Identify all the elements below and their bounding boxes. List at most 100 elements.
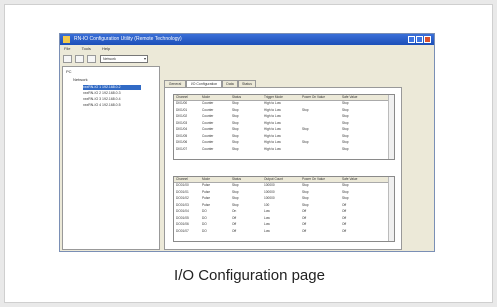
menu-bar: File Tools Help bbox=[60, 45, 434, 53]
table-cell: Stop bbox=[342, 114, 349, 118]
tree-node[interactable]: xxxRN-IO 3 192.168.0.4 bbox=[83, 97, 141, 102]
table-cell: Off bbox=[302, 209, 307, 213]
table-cell: DI01/05 bbox=[176, 133, 188, 138]
figure-caption: I/O Configuration page bbox=[174, 267, 325, 284]
table-row[interactable]: DI01/07 Counter Stop High to Low Stop bbox=[174, 147, 388, 152]
table-row[interactable]: DO01/02 Pulse Stop 100000 Stop Stop bbox=[174, 196, 388, 201]
table-row[interactable]: DO01/03 Pulse Stop 100 Stop Off bbox=[174, 203, 388, 208]
table-row[interactable]: DI01/04 Counter Stop High to Low Stop Stop bbox=[174, 127, 388, 132]
tree-node[interactable]: xxxRN-IO 2 192.168.0.3 bbox=[83, 91, 141, 96]
table-cell: DI01/01 bbox=[176, 107, 188, 112]
table-cell: 100000 bbox=[264, 196, 275, 200]
table-row[interactable]: DO01/00 Pulse Stop 100000 Stop Stop bbox=[174, 183, 388, 188]
table-cell: Counter bbox=[202, 107, 214, 112]
table-row[interactable]: DI01/02 Counter Stop High to Low Stop bbox=[174, 114, 388, 119]
table-cell: High to Low bbox=[264, 146, 281, 151]
tab-general[interactable]: General bbox=[164, 80, 186, 87]
table-cell: DO01/03 bbox=[176, 202, 189, 207]
save-icon[interactable] bbox=[87, 55, 96, 63]
io-configuration-pane: Channel Mode Status Trigger Mode Power On Va… bbox=[164, 87, 402, 250]
column-header[interactable]: Safe Value bbox=[342, 95, 357, 100]
input-channel-grid[interactable]: Channel Mode Status Trigger Mode Power On Va… bbox=[173, 94, 395, 160]
table-cell: High to Low bbox=[264, 140, 281, 144]
table-cell: Off bbox=[342, 222, 347, 226]
new-icon[interactable] bbox=[63, 55, 72, 63]
table-cell: Stop bbox=[302, 183, 309, 187]
table-row[interactable]: DO01/01 Pulse Stop 100000 Stop Stop bbox=[174, 190, 388, 195]
table-cell: Stop bbox=[232, 183, 239, 187]
table-cell: High to Low bbox=[264, 127, 281, 131]
column-header[interactable]: Channel bbox=[176, 95, 188, 100]
maximize-icon[interactable] bbox=[416, 36, 423, 43]
minimize-icon[interactable] bbox=[408, 36, 415, 43]
table-row[interactable]: DI01/06 Counter Stop High to Low Stop Stop bbox=[174, 140, 388, 145]
column-header[interactable]: Status bbox=[232, 95, 241, 100]
table-row[interactable]: DI01/00 Counter Stop High to Low Stop bbox=[174, 101, 388, 106]
tree-root[interactable]: PC bbox=[66, 69, 72, 74]
input-grid-scrollbar[interactable] bbox=[388, 95, 394, 159]
column-header[interactable]: Status bbox=[232, 177, 241, 182]
table-cell: High to Low bbox=[264, 120, 281, 125]
column-header[interactable]: Power On Value bbox=[302, 177, 325, 182]
table-row[interactable]: DO01/04 DO On Low Off Off bbox=[174, 209, 388, 214]
table-cell: DO01/05 bbox=[176, 215, 189, 220]
table-row[interactable]: DO01/06 DO Off Low Off Off bbox=[174, 222, 388, 227]
table-cell: DI01/06 bbox=[176, 140, 188, 144]
tab-data[interactable]: Data bbox=[222, 80, 238, 87]
table-row[interactable]: DO01/05 DO Off Low Off Off bbox=[174, 216, 388, 221]
table-cell: Stop bbox=[342, 127, 349, 131]
table-cell: DO bbox=[202, 215, 207, 220]
column-header[interactable]: Output Count bbox=[264, 177, 283, 182]
table-cell: Off bbox=[232, 215, 237, 220]
table-cell: DI01/00 bbox=[176, 101, 188, 105]
tree-network[interactable]: Network bbox=[73, 77, 88, 82]
network-select-value: Network bbox=[103, 57, 116, 61]
table-cell: High to Low bbox=[264, 107, 281, 112]
table-cell: Off bbox=[342, 228, 347, 233]
open-icon[interactable] bbox=[75, 55, 84, 63]
column-header[interactable]: Trigger Mode bbox=[264, 95, 283, 100]
table-cell: Counter bbox=[202, 127, 214, 131]
table-cell: Stop bbox=[342, 189, 349, 194]
column-header[interactable]: Power On Value bbox=[302, 95, 325, 100]
main-panel: General I/O Configuration Data Status Ch… bbox=[164, 66, 432, 250]
menu-help[interactable]: Help bbox=[102, 46, 110, 51]
table-row[interactable]: DI01/05 Counter Stop High to Low Stop bbox=[174, 134, 388, 139]
column-header[interactable]: Safe Value bbox=[342, 177, 357, 182]
table-cell: Off bbox=[302, 222, 307, 226]
table-cell: Stop bbox=[232, 133, 239, 138]
table-cell: Counter bbox=[202, 140, 214, 144]
close-icon[interactable] bbox=[424, 36, 431, 43]
table-cell: Counter bbox=[202, 101, 214, 105]
table-cell: Off bbox=[232, 222, 237, 226]
table-cell: Stop bbox=[232, 196, 239, 200]
column-header[interactable]: Channel bbox=[176, 177, 188, 182]
table-cell: Stop bbox=[302, 127, 309, 131]
table-cell: Low bbox=[264, 215, 270, 220]
output-channel-grid[interactable]: Channel Mode Status Output Count Power On Va… bbox=[173, 176, 395, 242]
device-tree[interactable]: PC Network xxxRN-IO 1 192.168.0.2 xxxRN-I… bbox=[62, 66, 160, 250]
table-cell: Off bbox=[302, 215, 307, 220]
tree-node[interactable]: xxxRN-IO 1 192.168.0.2 bbox=[83, 85, 141, 90]
menu-file[interactable]: File bbox=[64, 46, 70, 51]
tab-status[interactable]: Status bbox=[238, 80, 256, 87]
app-window: RN-IO Configuration Utility (Remote Tech… bbox=[59, 33, 435, 252]
tree-node[interactable]: xxxRN-IO 4 192.168.0.5 bbox=[83, 103, 141, 108]
tab-io-configuration[interactable]: I/O Configuration bbox=[186, 80, 222, 87]
table-row[interactable]: DI01/03 Counter Stop High to Low Stop bbox=[174, 121, 388, 126]
output-grid-scrollbar[interactable] bbox=[388, 177, 394, 241]
table-cell: DO01/00 bbox=[176, 183, 189, 187]
network-select[interactable]: Network ▾ bbox=[100, 55, 148, 63]
table-cell: Stop bbox=[232, 127, 239, 131]
table-row[interactable]: DO01/07 DO Off Low Off Off bbox=[174, 229, 388, 234]
table-row[interactable]: DI01/01 Counter Stop High to Low Stop Stop bbox=[174, 108, 388, 113]
table-cell: Stop bbox=[302, 107, 309, 112]
table-cell: High to Low bbox=[264, 133, 281, 138]
table-cell: Stop bbox=[232, 189, 239, 194]
column-header[interactable]: Mode bbox=[202, 95, 210, 100]
title-bar: RN-IO Configuration Utility (Remote Tech… bbox=[60, 34, 434, 45]
menu-tools[interactable]: Tools bbox=[82, 46, 91, 51]
column-header[interactable]: Mode bbox=[202, 177, 210, 182]
table-cell: Pulse bbox=[202, 196, 210, 200]
table-cell: Off bbox=[302, 228, 307, 233]
